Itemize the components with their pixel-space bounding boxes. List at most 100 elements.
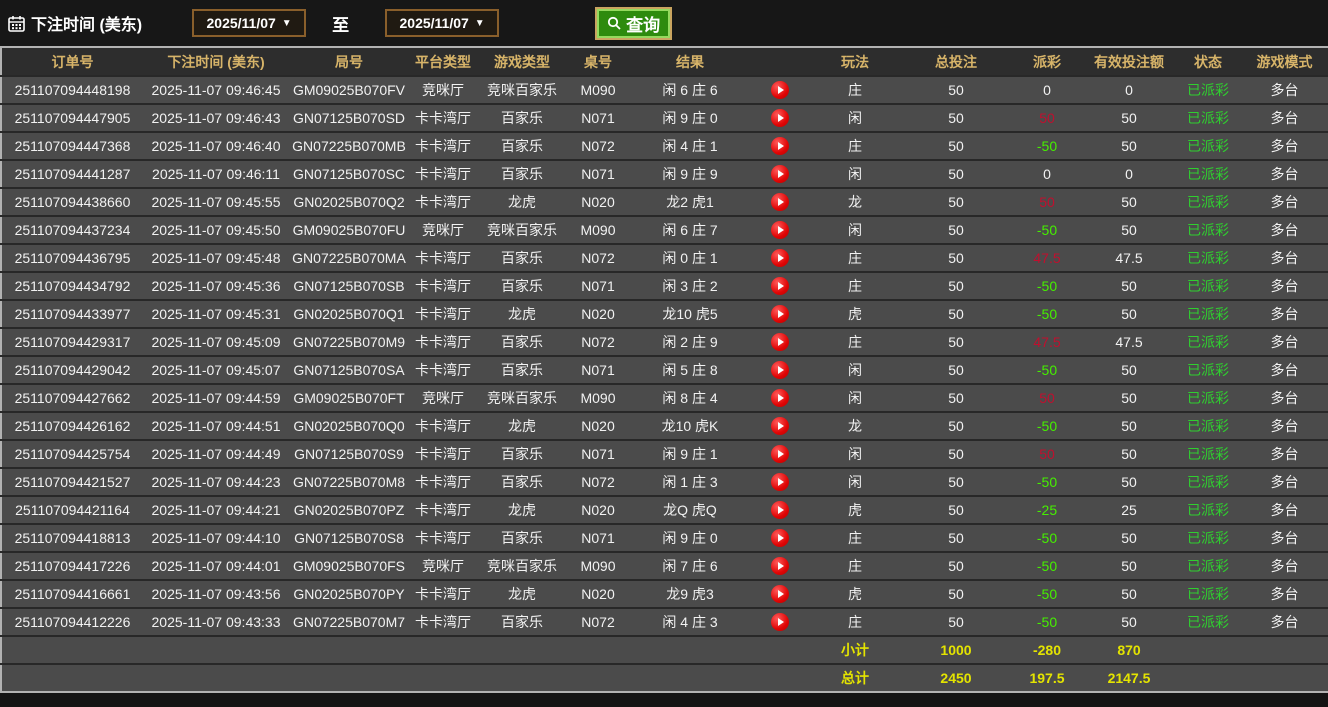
valid-bet-cell: 50: [1121, 474, 1137, 490]
result-cell: 龙9 虎3: [666, 586, 714, 602]
result-cell: 闲 7 庄 6: [662, 558, 718, 574]
game-type-cell: 龙虎: [508, 502, 536, 518]
order-no-cell: 251107094437234: [14, 222, 131, 238]
total-bet-cell: 50: [948, 474, 964, 490]
status-cell: 已派彩: [1187, 306, 1229, 322]
table-header-row: 订单号 下注时间 (美东) 局号 平台类型 游戏类型 桌号 结果 玩法 总投注 …: [1, 47, 1328, 76]
play-video-button[interactable]: [771, 529, 789, 548]
play-video-button[interactable]: [771, 109, 789, 128]
table-no-cell: N071: [581, 278, 615, 294]
table-no-cell: N072: [581, 474, 615, 490]
game-mode-cell: 多台: [1270, 474, 1299, 490]
date-to-value: 2025/11/07: [399, 15, 469, 31]
status-cell: 已派彩: [1187, 614, 1229, 630]
platform-type-cell: 卡卡湾厅: [415, 110, 471, 126]
status-cell: 已派彩: [1187, 446, 1229, 462]
play-icon: [778, 310, 784, 319]
valid-bet-cell: 0: [1125, 166, 1133, 182]
play-icon: [778, 422, 784, 431]
order-no-cell: 251107094412226: [14, 614, 131, 630]
play-type-cell: 庄: [848, 138, 862, 154]
play-type-cell: 闲: [848, 446, 862, 462]
total-bet-cell: 50: [948, 334, 964, 350]
header-payout: 派彩: [1033, 53, 1061, 70]
status-cell: 已派彩: [1187, 362, 1229, 378]
table-no-cell: N020: [581, 194, 615, 210]
game-type-cell: 百家乐: [501, 166, 543, 182]
video-cell: [751, 272, 809, 300]
play-type-cell: 闲: [848, 390, 862, 406]
play-video-button[interactable]: [771, 361, 789, 380]
round-no-cell: GN02025B070PZ: [293, 502, 405, 518]
play-video-button[interactable]: [771, 277, 789, 296]
play-video-button[interactable]: [771, 333, 789, 352]
play-video-button[interactable]: [771, 221, 789, 240]
status-cell: 已派彩: [1187, 502, 1229, 518]
play-video-button[interactable]: [771, 305, 789, 324]
date-from-select[interactable]: 2025/11/07 ▼: [192, 9, 307, 37]
subtotal-payout: -280: [1032, 642, 1062, 658]
total-bet-cell: 50: [948, 278, 964, 294]
bet-time-cell: 2025-11-07 09:44:01: [151, 558, 281, 574]
play-video-button[interactable]: [771, 501, 789, 520]
play-video-button[interactable]: [771, 165, 789, 184]
game-mode-cell: 多台: [1270, 502, 1299, 518]
play-video-button[interactable]: [771, 81, 789, 100]
valid-bet-cell: 50: [1121, 418, 1137, 434]
order-no-cell: 251107094421164: [15, 502, 130, 518]
round-no-cell: GN07225B070M8: [292, 474, 406, 490]
grand-total-payout: 197.5: [1029, 670, 1065, 686]
chevron-down-icon: ▼: [281, 17, 292, 29]
play-video-button[interactable]: [771, 445, 789, 464]
subtotal-total-bet: 1000: [940, 642, 972, 658]
game-mode-cell: 多台: [1270, 250, 1299, 266]
play-video-button[interactable]: [771, 249, 789, 268]
total-bet-cell: 50: [948, 390, 964, 406]
play-video-button[interactable]: [771, 193, 789, 212]
bet-time-cell: 2025-11-07 09:43:33: [151, 614, 281, 630]
query-button[interactable]: 查询: [595, 6, 673, 40]
order-no-cell: 251107094416661: [14, 586, 131, 602]
table-row: 251107094429317 2025-11-07 09:45:09 GN07…: [1, 328, 1328, 356]
payout-cell: -50: [1036, 362, 1058, 378]
play-video-button[interactable]: [771, 557, 789, 576]
table-row: 251107094421527 2025-11-07 09:44:23 GN07…: [1, 468, 1328, 496]
table-row: 251107094412226 2025-11-07 09:43:33 GN07…: [1, 608, 1328, 636]
platform-type-cell: 卡卡湾厅: [415, 278, 471, 294]
total-bet-cell: 50: [948, 166, 964, 182]
play-icon: [778, 170, 784, 179]
play-video-button[interactable]: [771, 473, 789, 492]
subtotal-row: 小计 1000 -280 870: [1, 636, 1328, 664]
header-round-no: 局号: [335, 53, 363, 70]
valid-bet-cell: 50: [1121, 306, 1137, 322]
valid-bet-cell: 50: [1121, 278, 1137, 294]
table-no-cell: N072: [581, 614, 615, 630]
payout-cell: -25: [1036, 502, 1058, 518]
valid-bet-cell: 50: [1121, 138, 1137, 154]
result-cell: 闲 3 庄 2: [662, 278, 718, 294]
result-cell: 龙2 虎1: [666, 194, 714, 210]
play-type-cell: 闲: [848, 166, 862, 182]
round-no-cell: GN07125B070SA: [293, 362, 405, 378]
payout-cell: -50: [1036, 558, 1058, 574]
valid-bet-cell: 50: [1121, 586, 1137, 602]
play-video-button[interactable]: [771, 389, 789, 408]
platform-type-cell: 卡卡湾厅: [415, 418, 471, 434]
play-video-button[interactable]: [771, 137, 789, 156]
result-cell: 闲 9 庄 0: [662, 530, 718, 546]
video-cell: [751, 524, 809, 552]
payout-cell: 47.5: [1033, 250, 1061, 266]
play-video-button[interactable]: [771, 417, 789, 436]
platform-type-cell: 卡卡湾厅: [415, 166, 471, 182]
game-type-cell: 百家乐: [501, 138, 543, 154]
play-icon: [778, 254, 784, 263]
play-video-button[interactable]: [771, 585, 789, 604]
play-video-button[interactable]: [771, 613, 789, 632]
table-no-cell: N071: [581, 110, 615, 126]
table-row: 251107094427662 2025-11-07 09:44:59 GM09…: [1, 384, 1328, 412]
video-cell: [751, 300, 809, 328]
date-to-select[interactable]: 2025/11/07 ▼: [385, 9, 500, 37]
play-icon: [778, 618, 784, 627]
video-cell: [751, 608, 809, 636]
play-type-cell: 闲: [848, 222, 862, 238]
